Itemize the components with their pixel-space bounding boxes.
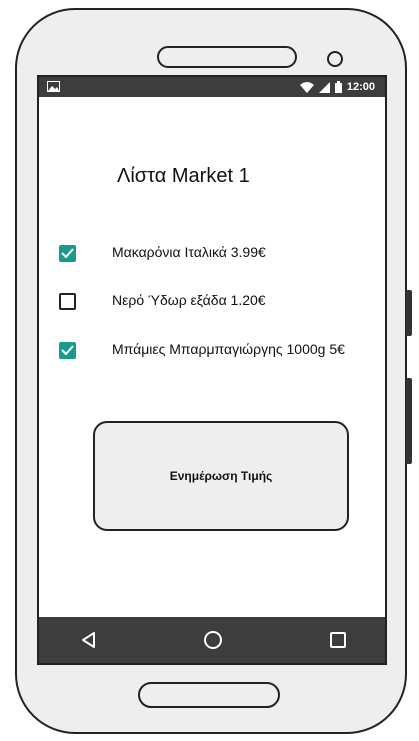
list-item[interactable]: Μπάμιες Μπαρμπαγιώργης 1000g 5€ [59, 338, 345, 362]
battery-icon [334, 81, 342, 93]
list-item[interactable]: Μακαρόνια Ιταλικά 3.99€ [59, 241, 266, 265]
update-price-button[interactable]: Ενημέρωση Τιμής [93, 421, 349, 531]
list-item-label: Μπάμιες Μπαρμπαγιώργης 1000g 5€ [112, 341, 345, 357]
recents-button[interactable] [326, 628, 350, 652]
front-camera [327, 51, 343, 67]
wifi-icon [299, 81, 314, 93]
status-time: 12:00 [346, 81, 375, 93]
checkmark-icon [61, 248, 74, 258]
home-icon [204, 631, 222, 649]
navigation-bar [39, 617, 385, 663]
recents-icon [330, 632, 346, 648]
power-button[interactable] [406, 290, 412, 336]
checkbox-unchecked[interactable] [59, 292, 76, 310]
image-icon [47, 81, 60, 92]
list-item[interactable]: Νερό Ύδωρ εξάδα 1.20€ [59, 289, 266, 313]
earpiece-speaker [157, 46, 297, 68]
hardware-home-button[interactable] [138, 682, 280, 708]
status-bar: 12:00 [39, 77, 385, 97]
checkmark-icon [61, 345, 74, 355]
list-item-label: Νερό Ύδωρ εξάδα 1.20€ [112, 292, 266, 308]
back-button[interactable] [77, 628, 101, 652]
signal-icon [318, 81, 330, 93]
volume-button[interactable] [406, 378, 412, 464]
list-item-label: Μακαρόνια Ιταλικά 3.99€ [112, 244, 266, 260]
page-title: Λίστα Market 1 [117, 165, 250, 187]
checkbox-checked[interactable] [59, 341, 76, 359]
back-icon [82, 632, 95, 648]
app-screen: 12:00 Λίστα Market 1 Μακαρόνια Ιταλικά 3… [37, 75, 387, 665]
checkbox-checked[interactable] [59, 244, 76, 262]
home-button[interactable] [201, 628, 225, 652]
